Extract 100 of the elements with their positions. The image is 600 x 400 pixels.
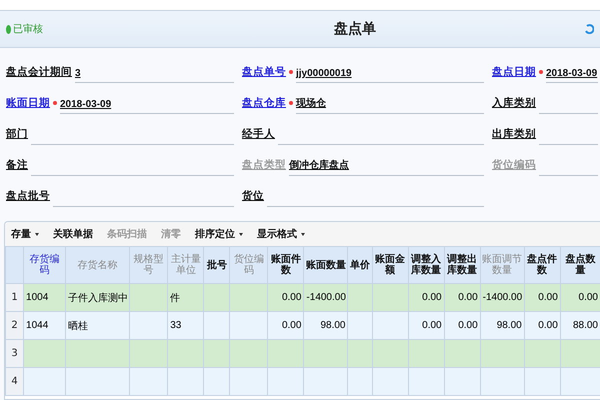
table-cell: 0.00 xyxy=(408,284,444,312)
table-cell xyxy=(408,340,444,368)
table-cell: 0.00 xyxy=(268,284,304,312)
field-label: 盘点会计期间 xyxy=(6,65,72,80)
table-cell xyxy=(348,340,372,368)
table-cell: 88.00 xyxy=(560,312,600,340)
input-field[interactable]: 2018-03-09 xyxy=(546,57,598,83)
table-cell: 33 xyxy=(168,312,204,340)
toolbar-button[interactable]: 排序定位 xyxy=(195,227,243,241)
table-cell xyxy=(348,312,372,340)
table-cell xyxy=(480,340,524,368)
field-label[interactable]: 盘点单号 xyxy=(242,65,286,83)
table-cell xyxy=(230,284,268,312)
table-cell xyxy=(24,368,66,396)
input-field[interactable]: jjy00000019 xyxy=(296,57,484,83)
table-cell xyxy=(24,340,66,368)
field-label: 备注 xyxy=(6,158,28,173)
table-cell xyxy=(524,368,560,396)
field-label: 部门 xyxy=(6,127,28,142)
table-cell xyxy=(130,368,168,396)
table-cell: 0.00 xyxy=(268,312,304,340)
table-cell: 1004 xyxy=(24,284,66,312)
table-cell: 98.00 xyxy=(480,312,524,340)
table-cell xyxy=(348,368,372,396)
field-label: 盘点类型 xyxy=(242,158,286,173)
input-field[interactable]: 现场仓 xyxy=(296,88,484,114)
toolbar-button[interactable]: 存量 xyxy=(11,227,39,241)
table-cell xyxy=(304,340,348,368)
table-cell xyxy=(130,284,168,312)
table-cell xyxy=(204,340,230,368)
row-number: 1 xyxy=(6,284,24,312)
table-cell: 0.00 xyxy=(408,312,444,340)
table-cell xyxy=(560,340,600,368)
row-number: 3 xyxy=(6,340,24,368)
refresh-icon[interactable] xyxy=(584,24,594,34)
table-cell: 98.00 xyxy=(304,312,348,340)
table-cell xyxy=(168,340,204,368)
field-label: 经手人 xyxy=(242,127,275,142)
table-cell xyxy=(372,368,408,396)
table-cell: 件 xyxy=(168,284,204,312)
table-cell: 0.00 xyxy=(560,284,600,312)
table-cell xyxy=(408,368,444,396)
input-field[interactable]: 3 xyxy=(75,57,234,83)
status-text: 已审核 xyxy=(6,22,126,36)
input-field: 倒冲仓库盘点 xyxy=(289,150,484,176)
table-cell xyxy=(372,340,408,368)
table-cell xyxy=(268,340,304,368)
column-header[interactable]: 账面件数 xyxy=(268,246,304,284)
table-cell: 0.00 xyxy=(524,312,560,340)
table-cell xyxy=(230,368,268,396)
table-cell: 1044 xyxy=(24,312,66,340)
status-dot-icon xyxy=(6,24,11,34)
field-label[interactable]: 盘点仓库 xyxy=(242,96,286,114)
field-label: 盘点批号 xyxy=(6,189,50,204)
table-cell: 子件入库测中 xyxy=(66,284,130,312)
table-cell xyxy=(204,284,230,312)
toolbar-button[interactable]: 关联单据 xyxy=(53,227,93,241)
table-cell xyxy=(130,312,168,340)
row-number: 4 xyxy=(6,368,24,396)
table-cell xyxy=(372,284,408,312)
table-cell: -1400.00 xyxy=(304,284,348,312)
table-cell: 0.00 xyxy=(444,312,480,340)
table-cell xyxy=(444,368,480,396)
table-cell: 晒桂 xyxy=(66,312,130,340)
field-label: 货位编码 xyxy=(492,158,536,173)
table-cell xyxy=(168,368,204,396)
table-cell xyxy=(204,368,230,396)
column-header[interactable]: 盘点件数 xyxy=(524,246,560,284)
column-header[interactable]: 盘点数量 xyxy=(560,246,600,284)
column-header[interactable]: 存货编码 xyxy=(24,246,66,284)
table-cell: -1400.00 xyxy=(480,284,524,312)
column-header[interactable]: 单价 xyxy=(348,246,372,284)
toolbar-button[interactable]: 显示格式 xyxy=(257,227,305,241)
table-cell xyxy=(348,284,372,312)
field-label[interactable]: 账面日期 xyxy=(6,96,50,114)
table-cell xyxy=(230,340,268,368)
table-cell xyxy=(444,340,480,368)
table-cell: 0.00 xyxy=(444,284,480,312)
field-label: 入库类别 xyxy=(492,96,536,111)
table-cell xyxy=(66,340,130,368)
column-header[interactable]: 调整出库数量 xyxy=(444,246,480,284)
table-cell xyxy=(230,312,268,340)
table-cell xyxy=(304,368,348,396)
table-cell xyxy=(130,340,168,368)
field-label: 出库类别 xyxy=(492,127,536,142)
field-label[interactable]: 盘点日期 xyxy=(492,65,536,83)
column-header[interactable]: 批号 xyxy=(204,246,230,284)
table-cell xyxy=(480,368,524,396)
field-label: 货位 xyxy=(242,189,264,204)
table-cell xyxy=(268,368,304,396)
column-header[interactable]: 账面数量 xyxy=(304,246,348,284)
input-field[interactable]: 2018-03-09 xyxy=(60,88,234,114)
column-header[interactable]: 调整入库数量 xyxy=(408,246,444,284)
table-cell xyxy=(524,340,560,368)
table-cell xyxy=(66,368,130,396)
window-title: 盘点单 xyxy=(333,20,377,38)
column-header[interactable]: 账面金额 xyxy=(372,246,408,284)
table-cell xyxy=(372,312,408,340)
table-cell xyxy=(204,312,230,340)
table-cell: 0.00 xyxy=(524,284,560,312)
